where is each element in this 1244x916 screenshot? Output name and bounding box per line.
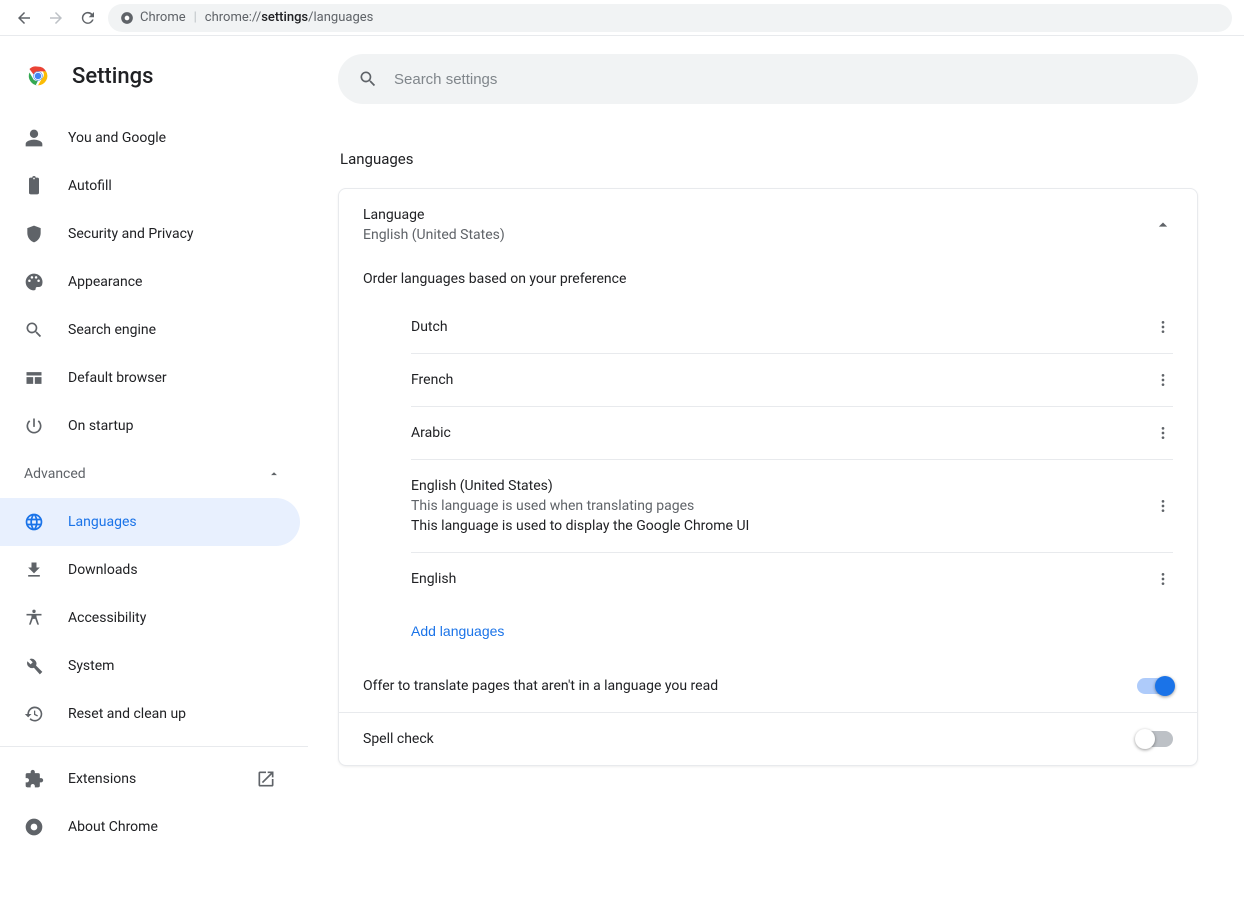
language-name: French xyxy=(411,372,1141,388)
language-name: English xyxy=(411,571,1141,587)
nav-item-label: Reset and clean up xyxy=(68,706,186,722)
sidebar-item-about-chrome[interactable]: About Chrome xyxy=(0,803,300,851)
wrench-icon xyxy=(24,656,44,676)
site-label: Chrome xyxy=(140,10,186,25)
browser-toolbar: Chrome | chrome://settings/languages xyxy=(0,0,1244,36)
nav-item-label: Accessibility xyxy=(68,610,146,626)
language-item: Arabic xyxy=(411,407,1173,460)
nav-item-label: You and Google xyxy=(68,130,166,146)
nav-item-label: Languages xyxy=(68,514,137,530)
person-icon xyxy=(24,128,44,148)
language-header-row[interactable]: Language English (United States) xyxy=(339,189,1197,261)
accessibility-icon xyxy=(24,608,44,628)
external-link-icon xyxy=(256,769,276,789)
language-row-title: Language xyxy=(363,207,1137,223)
sidebar-item-downloads[interactable]: Downloads xyxy=(0,546,300,594)
language-options-button[interactable] xyxy=(1153,372,1173,388)
translate-label: Offer to translate pages that aren't in … xyxy=(363,678,1121,694)
sidebar: Settings You and Google Autofill Security … xyxy=(0,36,308,916)
sidebar-item-system[interactable]: System xyxy=(0,642,300,690)
chevron-up-icon xyxy=(264,464,284,484)
download-icon xyxy=(24,560,44,580)
sidebar-item-you-and-google[interactable]: You and Google xyxy=(0,114,300,162)
nav-item-label: Downloads xyxy=(68,562,138,578)
nav-item-label: On startup xyxy=(68,418,134,434)
language-item: Dutch xyxy=(411,301,1173,354)
nav-item-label: Search engine xyxy=(68,322,156,338)
language-name: English (United States) xyxy=(411,478,1141,494)
chrome-logo-icon xyxy=(24,62,52,90)
language-options-button[interactable] xyxy=(1153,498,1173,514)
forward-button[interactable] xyxy=(44,6,68,30)
sidebar-item-languages[interactable]: Languages xyxy=(0,498,300,546)
sidebar-header: Settings xyxy=(0,54,308,114)
sidebar-item-security-and-privacy[interactable]: Security and Privacy xyxy=(0,210,300,258)
spellcheck-toggle-row: Spell check xyxy=(339,712,1197,765)
back-button[interactable] xyxy=(12,6,36,30)
nav-item-label: System xyxy=(68,658,114,674)
language-order-instruction: Order languages based on your preference xyxy=(339,261,1197,301)
language-subtitle: This language is used when translating p… xyxy=(411,498,1141,514)
language-options-button[interactable] xyxy=(1153,425,1173,441)
sidebar-item-autofill[interactable]: Autofill xyxy=(0,162,300,210)
translate-toggle[interactable] xyxy=(1137,678,1173,694)
language-row-current: English (United States) xyxy=(363,227,1137,243)
nav-item-label: Autofill xyxy=(68,178,112,194)
main-content: Languages Language English (United State… xyxy=(308,36,1228,916)
advanced-section-toggle[interactable]: Advanced xyxy=(0,450,308,498)
language-options-button[interactable] xyxy=(1153,319,1173,335)
chrome-mono-icon xyxy=(120,11,134,25)
shield-icon xyxy=(24,224,44,244)
sidebar-item-on-startup[interactable]: On startup xyxy=(0,402,300,450)
browser-icon xyxy=(24,368,44,388)
nav-item-label: Appearance xyxy=(68,274,142,290)
language-list: Dutch French Arabic English (United States)… xyxy=(339,301,1197,605)
language-item: English (United States) This language is … xyxy=(411,460,1173,553)
language-name: Dutch xyxy=(411,319,1141,335)
sidebar-item-default-browser[interactable]: Default browser xyxy=(0,354,300,402)
language-item: English xyxy=(411,553,1173,605)
restore-icon xyxy=(24,704,44,724)
site-chip: Chrome xyxy=(120,10,186,25)
sidebar-item-reset-and-clean-up[interactable]: Reset and clean up xyxy=(0,690,300,738)
search-settings-input[interactable] xyxy=(394,71,1178,88)
spellcheck-label: Spell check xyxy=(363,731,1121,747)
language-options-button[interactable] xyxy=(1153,571,1173,587)
search-icon xyxy=(24,320,44,340)
add-languages-button[interactable]: Add languages xyxy=(411,623,504,639)
globe-icon xyxy=(24,512,44,532)
nav-item-label: Default browser xyxy=(68,370,167,386)
omnibox-divider: | xyxy=(194,10,197,25)
languages-card: Language English (United States) Order l… xyxy=(338,188,1198,766)
search-icon xyxy=(358,69,378,89)
sidebar-item-extensions[interactable]: Extensions xyxy=(0,755,300,803)
power-icon xyxy=(24,416,44,436)
language-item: French xyxy=(411,354,1173,407)
palette-icon xyxy=(24,272,44,292)
reload-button[interactable] xyxy=(76,6,100,30)
sidebar-divider xyxy=(0,746,308,747)
collapse-language-icon[interactable] xyxy=(1153,215,1173,235)
search-settings-box[interactable] xyxy=(338,54,1198,104)
language-name: Arabic xyxy=(411,425,1141,441)
sidebar-item-search-engine[interactable]: Search engine xyxy=(0,306,300,354)
nav-item-label: About Chrome xyxy=(68,819,158,835)
sidebar-item-appearance[interactable]: Appearance xyxy=(0,258,300,306)
sidebar-item-accessibility[interactable]: Accessibility xyxy=(0,594,300,642)
omnibox-url: chrome://settings/languages xyxy=(205,10,374,25)
translate-toggle-row: Offer to translate pages that aren't in … xyxy=(339,660,1197,712)
extension-icon xyxy=(24,769,44,789)
spellcheck-toggle[interactable] xyxy=(1137,731,1173,747)
nav-item-label: Extensions xyxy=(68,771,136,787)
nav-item-label: Security and Privacy xyxy=(68,226,194,242)
omnibox[interactable]: Chrome | chrome://settings/languages xyxy=(108,4,1232,32)
settings-title: Settings xyxy=(72,64,153,89)
advanced-label: Advanced xyxy=(24,466,86,482)
page-section-title: Languages xyxy=(340,150,1198,168)
chrome-icon xyxy=(24,817,44,837)
clipboard-icon xyxy=(24,176,44,196)
language-note: This language is used to display the Goo… xyxy=(411,518,1141,534)
